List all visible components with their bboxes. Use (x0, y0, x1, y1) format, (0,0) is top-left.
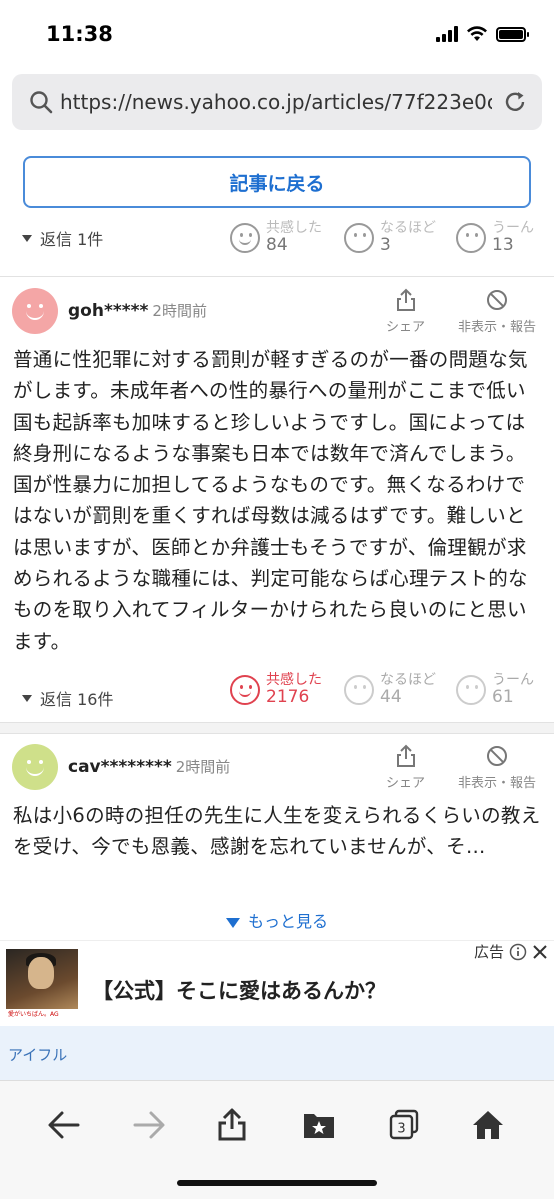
hide-report-button[interactable]: 非表示・報告 (458, 744, 536, 791)
caret-down-icon (22, 234, 32, 242)
reaction-label: なるほど (380, 220, 436, 236)
empathy-button[interactable]: 共感した 84 (230, 220, 322, 256)
close-icon[interactable] (532, 944, 548, 960)
ad-sponsor[interactable]: アイフル (0, 1026, 554, 1080)
back-button[interactable] (42, 1103, 86, 1147)
forward-button[interactable] (127, 1103, 171, 1147)
comment-time: 2時間前 (152, 302, 207, 320)
comment-username[interactable]: goh***** 2時間前 (68, 300, 207, 321)
tabs-icon: 3 (389, 1109, 419, 1140)
empathy-button[interactable]: 共感した 2176 (230, 672, 322, 708)
hide-report-button[interactable]: 非表示・報告 (458, 288, 536, 335)
share-button[interactable]: シェア (386, 288, 425, 335)
comment-body: 私は小6の時の担任の先生に人生を変えられるくらいの教えを受け、今でも恩義、感謝を… (13, 804, 541, 859)
reaction-row: 返信 1件 共感した 84 なるほど 3 うーん 13 (0, 218, 554, 268)
ad-banner[interactable]: 愛がいちばん。AG 【公式】そこに愛はあるんか？ 広告 (0, 940, 554, 1022)
reaction-label: うーん (492, 220, 534, 236)
reaction-label: 共感した (266, 220, 322, 236)
reaction-label: 共感した (266, 672, 322, 688)
avatar[interactable] (12, 288, 58, 334)
thinking-face-icon (456, 222, 486, 253)
status-bar: 11:38 (0, 0, 554, 70)
comment-header: goh***** 2時間前 シェア 非表示・報告 (0, 288, 554, 348)
show-more-label[interactable]: もっと見る (248, 912, 328, 931)
ad-thumb-caption: 愛がいちばん。AG (6, 1009, 78, 1021)
reaction-label: なるほど (380, 672, 436, 688)
wifi-icon (467, 26, 487, 41)
comment-header: cav******** 2時間前 シェア 非表示・報告 (0, 744, 554, 804)
caret-down-icon (22, 694, 32, 702)
share-button[interactable]: シェア (386, 744, 425, 791)
ad-info-icon[interactable] (509, 943, 527, 961)
home-button[interactable] (466, 1103, 510, 1147)
back-to-article-button[interactable]: 記事に戻る (23, 156, 531, 208)
back-arrow-icon (48, 1111, 80, 1139)
section-gap (0, 722, 554, 734)
home-icon (473, 1111, 503, 1139)
hide-report-label: 非表示・報告 (458, 320, 537, 335)
avatar[interactable] (12, 744, 58, 790)
reaction-count: 3 (380, 235, 391, 256)
insightful-button[interactable]: なるほど 3 (344, 220, 436, 256)
search-icon (30, 91, 53, 114)
username-text[interactable]: goh***** (68, 301, 148, 321)
status-time: 11:38 (46, 22, 113, 46)
hmm-button[interactable]: うーん 13 (456, 220, 534, 256)
divider (0, 276, 554, 277)
hide-report-label: 非表示・報告 (458, 776, 537, 791)
home-indicator (177, 1180, 377, 1186)
reaction-count: 13 (492, 235, 514, 256)
reaction-count: 61 (492, 687, 514, 708)
replies-toggle[interactable]: 返信 1件 (22, 226, 103, 250)
comment-username[interactable]: cav******** 2時間前 (68, 756, 230, 777)
reaction-label: うーん (492, 672, 534, 688)
share-label: シェア (386, 776, 426, 791)
ad-label-text: 広告 (473, 943, 504, 961)
url-text[interactable]: https://news.yahoo.co.jp/articles/77f223… (60, 90, 492, 114)
bookmarks-button[interactable] (297, 1103, 341, 1147)
reaction-count: 84 (266, 235, 288, 256)
caret-down-icon (225, 917, 240, 928)
smile-face-icon (230, 222, 260, 253)
share-icon (396, 288, 415, 311)
thinking-face-icon (456, 674, 486, 705)
signal-icon (436, 26, 458, 42)
ad-title[interactable]: 【公式】そこに愛はあるんか？ (92, 975, 386, 1005)
battery-icon (496, 26, 529, 42)
hmm-button[interactable]: うーん 61 (456, 672, 534, 708)
forward-arrow-icon (133, 1111, 165, 1139)
ad-thumbnail[interactable]: 愛がいちばん。AG (6, 949, 78, 1021)
replies-toggle[interactable]: 返信 16件 (22, 686, 113, 710)
tabs-button[interactable]: 3 (382, 1103, 426, 1147)
block-icon (487, 290, 507, 310)
comment-body: 普通に性犯罪に対する罰則が軽すぎるのが一番の問題な気がします。未成年者への性的暴… (13, 348, 528, 653)
replies-count: 返信 16件 (40, 690, 114, 709)
reload-icon[interactable] (502, 89, 528, 115)
reaction-count: 2176 (266, 687, 310, 708)
insightful-button[interactable]: なるほど 44 (344, 672, 436, 708)
replies-count: 返信 1件 (40, 230, 104, 249)
status-icons (436, 26, 529, 42)
username-text[interactable]: cav******** (68, 757, 172, 777)
surprised-face-icon (344, 674, 374, 705)
bookmark-star-icon (304, 1114, 334, 1138)
share-label: シェア (386, 320, 426, 335)
share-icon (396, 744, 415, 767)
ad-label: 広告 (474, 941, 548, 962)
reaction-row: 返信 16件 共感した 2176 なるほど 44 うーん 61 (0, 672, 554, 722)
tab-count: 3 (397, 1122, 405, 1137)
show-more-link[interactable]: もっと見る (0, 908, 554, 932)
surprised-face-icon (344, 222, 374, 253)
url-bar[interactable]: https://news.yahoo.co.jp/articles/77f223… (12, 74, 542, 130)
reaction-count: 44 (380, 687, 402, 708)
comment-time: 2時間前 (175, 758, 231, 776)
share-page-button[interactable] (210, 1103, 254, 1147)
smile-face-icon (230, 674, 260, 705)
block-icon (487, 746, 507, 766)
share-icon (218, 1108, 246, 1141)
